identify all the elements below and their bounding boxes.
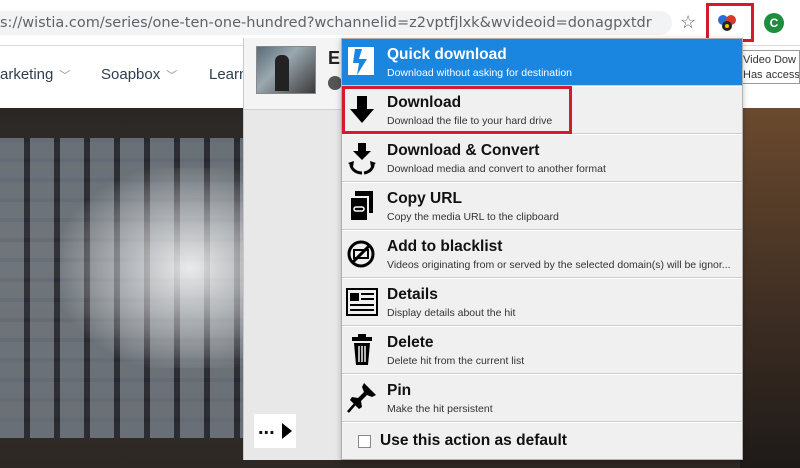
default-action-checkbox[interactable] bbox=[358, 435, 371, 448]
hit-status-badge bbox=[328, 76, 342, 90]
blacklist-icon bbox=[347, 240, 375, 268]
action-download-convert[interactable]: Download & Convert Download media and co… bbox=[342, 135, 742, 182]
download-highlight-box bbox=[342, 86, 572, 134]
hit-row[interactable]: E bbox=[244, 38, 344, 110]
extension-tooltip: Video Dow Has access bbox=[738, 50, 800, 84]
download-convert-icon bbox=[348, 143, 376, 175]
popup-hit-list: E ... bbox=[243, 38, 344, 460]
bookmark-star-icon[interactable]: ☆ bbox=[680, 12, 698, 32]
pin-icon bbox=[347, 383, 376, 413]
nav-item-label: Learn bbox=[209, 66, 248, 83]
hit-title: E bbox=[328, 48, 341, 68]
action-description: Videos originating from or served by the… bbox=[387, 259, 731, 271]
chevron-down-icon: ﹀ bbox=[59, 70, 71, 82]
video-downloadhelper-icon[interactable] bbox=[716, 12, 738, 32]
chevron-down-icon: ﹀ bbox=[166, 70, 178, 82]
nav-item-soapbox[interactable]: Soapbox ﹀ bbox=[101, 66, 177, 83]
tooltip-line-2: Has access bbox=[743, 69, 800, 81]
action-delete[interactable]: Delete Delete hit from the current list bbox=[342, 327, 742, 374]
action-title: Download & Convert bbox=[387, 142, 540, 159]
action-description: Download without asking for destination bbox=[387, 67, 573, 79]
hit-thumbnail bbox=[256, 46, 316, 94]
action-copy-url[interactable]: Copy URL Copy the media URL to the clipb… bbox=[342, 183, 742, 230]
action-description: Copy the media URL to the clipboard bbox=[387, 211, 559, 223]
address-bar[interactable]: s://wistia.com/series/one-ten-one-hundre… bbox=[0, 11, 672, 35]
action-add-to-blacklist[interactable]: Add to blacklist Videos originating from… bbox=[342, 231, 742, 278]
action-description: Make the hit persistent bbox=[387, 403, 493, 415]
nav-item-label: arketing bbox=[0, 66, 54, 83]
nav-item-marketing[interactable]: arketing ﹀ bbox=[0, 66, 70, 83]
more-label: ... bbox=[258, 417, 275, 439]
action-title: Details bbox=[387, 286, 438, 303]
details-icon bbox=[346, 288, 378, 316]
action-quick-download[interactable]: Quick download Download without asking f… bbox=[342, 39, 742, 86]
action-details[interactable]: Details Display details about the hit bbox=[342, 279, 742, 326]
more-actions-button[interactable]: ... bbox=[254, 414, 296, 448]
tooltip-line-1: Video Dow bbox=[743, 54, 796, 66]
action-title: Delete bbox=[387, 334, 434, 351]
action-title: Copy URL bbox=[387, 190, 462, 207]
default-action-row[interactable]: Use this action as default bbox=[342, 423, 742, 459]
default-action-label: Use this action as default bbox=[380, 432, 567, 449]
copy-url-icon bbox=[349, 191, 373, 222]
video-right-edge bbox=[740, 108, 800, 468]
action-title: Pin bbox=[387, 382, 412, 399]
play-arrow-icon bbox=[282, 423, 292, 439]
trash-icon bbox=[352, 334, 372, 365]
action-title: Quick download bbox=[387, 46, 507, 63]
action-description: Delete hit from the current list bbox=[387, 355, 525, 367]
action-pin[interactable]: Pin Make the hit persistent bbox=[342, 375, 742, 422]
nav-item-learn[interactable]: Learn bbox=[209, 66, 247, 83]
quick-download-icon bbox=[348, 47, 374, 75]
action-description: Download media and convert to another fo… bbox=[387, 163, 606, 175]
profile-avatar[interactable]: C bbox=[764, 13, 784, 33]
action-description: Display details about the hit bbox=[387, 307, 516, 319]
action-title: Add to blacklist bbox=[387, 238, 503, 255]
nav-item-label: Soapbox bbox=[101, 66, 161, 83]
